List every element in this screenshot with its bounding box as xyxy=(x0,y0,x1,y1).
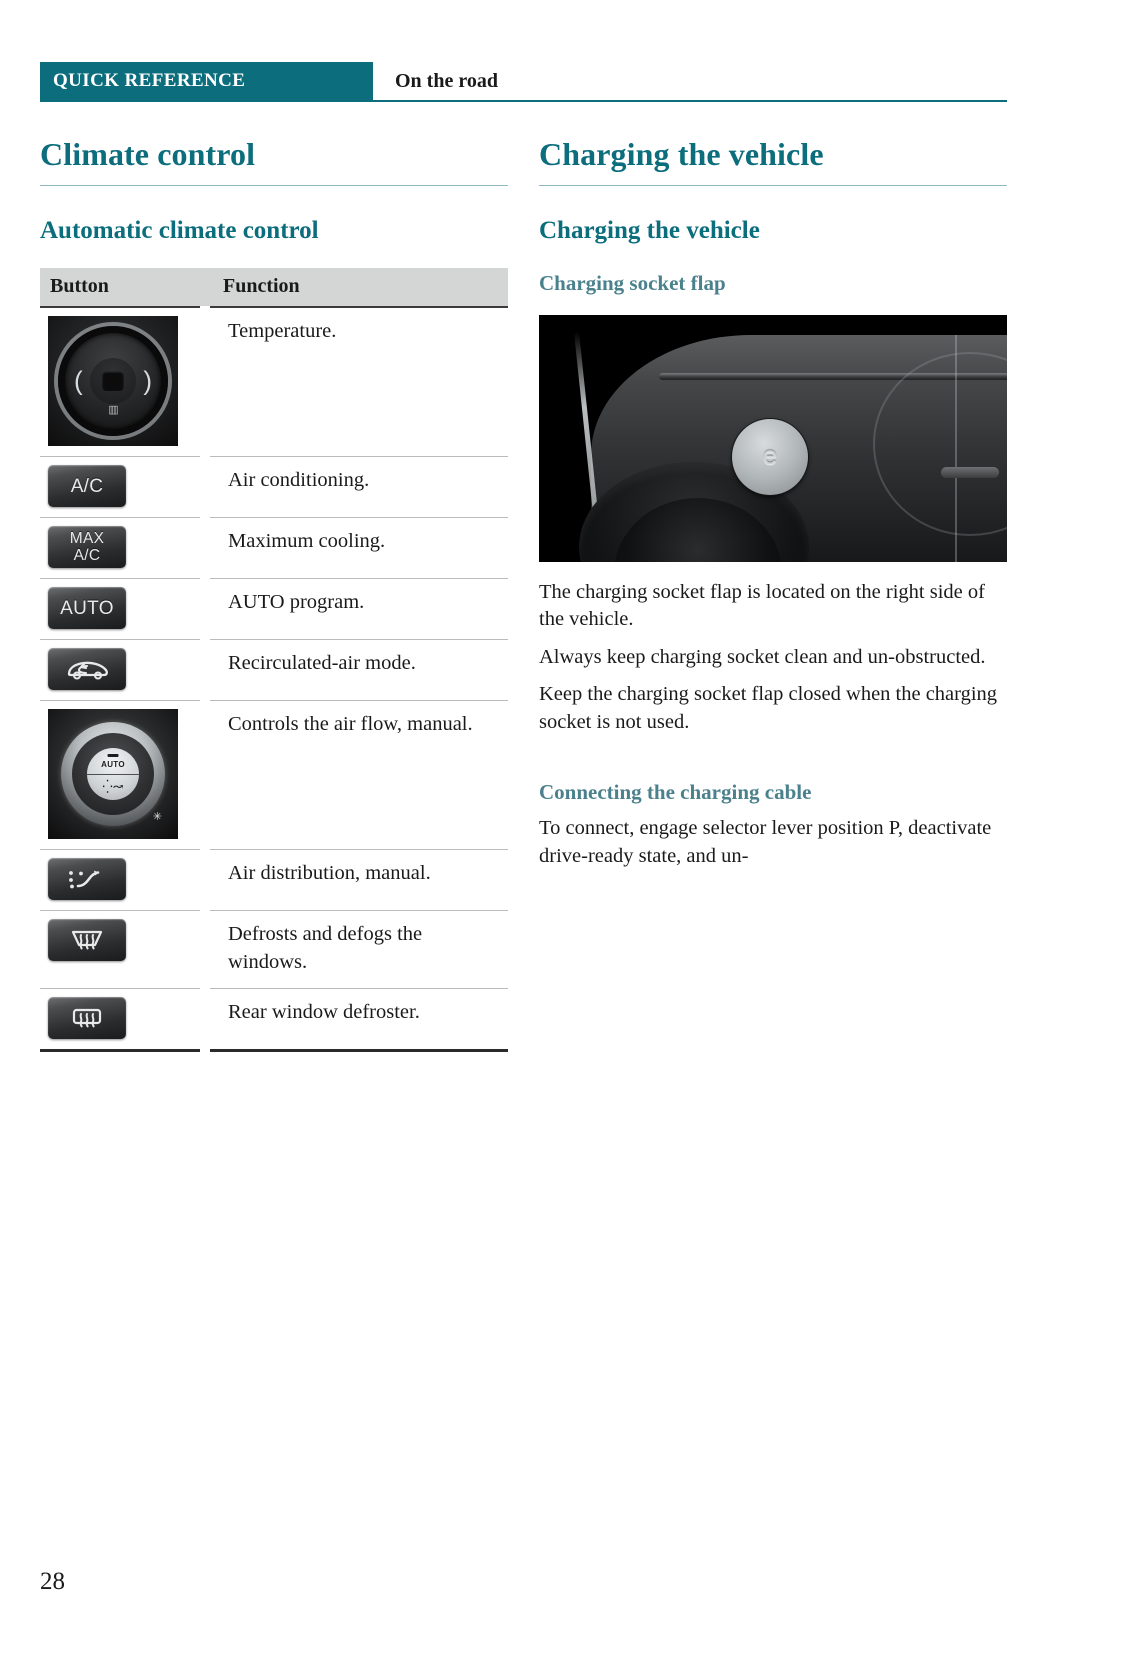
knob-paren-left-icon: ( xyxy=(74,365,83,396)
auto-button-label: AUTO xyxy=(60,597,114,619)
button-cell xyxy=(40,988,210,1052)
charging-socket-flap-icon: e xyxy=(732,418,808,495)
table-header-row: Button Function xyxy=(40,268,508,309)
windshield-defroster-button-icon xyxy=(48,919,126,962)
button-cell xyxy=(40,639,210,702)
max-ac-button-icon: MAX A/C xyxy=(48,526,126,569)
fan-divider xyxy=(87,774,139,776)
air-distribution-glyph-icon: ⁛↝ xyxy=(102,779,124,795)
table-body: ( ) ▥ Temperature. A/C Air conditioning.… xyxy=(40,307,508,1052)
running-header: QUICK REFERENCE On the road xyxy=(40,62,1007,102)
paragraph-connecting-cable: To connect, engage selector lever positi… xyxy=(539,817,992,867)
button-cell: A/C xyxy=(40,456,210,519)
button-cell xyxy=(40,849,210,912)
function-cell: Air distribution, manual. xyxy=(205,849,508,912)
temperature-knob-icon: ( ) ▥ xyxy=(48,316,178,447)
function-cell: Maximum cooling. xyxy=(205,517,508,580)
quick-reference-tag: QUICK REFERENCE xyxy=(40,62,373,100)
table-row: AUTO ⁛↝ ✳ Controls the air flow, manual. xyxy=(40,700,508,851)
button-cell: AUTO xyxy=(40,578,210,641)
car-door-handle xyxy=(941,466,999,478)
ac-button-label: A/C xyxy=(70,475,104,497)
function-cell: Defrosts and defogs the windows. xyxy=(205,910,508,989)
ac-button-icon: A/C xyxy=(48,465,126,508)
table-head: Button Function xyxy=(40,268,508,309)
climate-button-table: Button Function ( ) ▥ Temperature. A/C A… xyxy=(40,268,508,1052)
max-ac-button-label-line1: MAX xyxy=(69,530,105,548)
charging-socket-e-glyph-icon: e xyxy=(762,440,778,471)
knob-center xyxy=(90,358,136,405)
table-row: MAX A/C Maximum cooling. xyxy=(40,517,508,580)
air-distribution-glyph-icon xyxy=(69,870,100,889)
seat-heating-glyph-icon: ▥ xyxy=(108,404,118,417)
function-cell: Rear window defroster. xyxy=(205,988,508,1052)
table-row: A/C Air conditioning. xyxy=(40,456,508,519)
right-column: Charging the vehicle Charging the vehicl… xyxy=(539,136,1007,870)
function-cell: Recirculated-air mode. xyxy=(205,639,508,702)
car-door-seam xyxy=(955,334,957,562)
button-cell: MAX A/C xyxy=(40,517,210,580)
recirculation-car-glyph-icon xyxy=(67,662,108,681)
auto-button-icon: AUTO xyxy=(48,587,126,630)
button-cell: ( ) ▥ xyxy=(40,307,210,458)
rear-window-defrost-glyph-icon xyxy=(72,1008,102,1027)
function-cell: Controls the air flow, manual. xyxy=(205,700,508,851)
page-title-charging-the-vehicle: Charging the vehicle xyxy=(539,136,824,172)
subsection-title-connecting-the-charging-cable: Connecting the charging cable xyxy=(539,780,812,804)
section-title-charging-the-vehicle: Charging the vehicle xyxy=(539,217,760,245)
paragraph-keep-closed: Keep the charging socket flap closed whe… xyxy=(539,683,998,733)
charging-socket-flap-photo: e xyxy=(539,314,1007,562)
chapter-label: On the road xyxy=(395,69,498,92)
column-header-button: Button xyxy=(40,268,205,309)
table-row: Air distribution, manual. xyxy=(40,849,508,912)
function-cell: Temperature. xyxy=(205,307,508,458)
table-row: AUTO AUTO program. xyxy=(40,578,508,641)
title-rule-left xyxy=(40,185,508,187)
knob-square-icon xyxy=(102,371,124,392)
table-row: Rear window defroster. xyxy=(40,988,508,1052)
windshield-defrost-glyph-icon xyxy=(71,931,103,950)
knob-paren-right-icon: ) xyxy=(143,365,152,396)
page-number: 28 xyxy=(40,1568,65,1595)
header-rule xyxy=(40,100,1007,102)
table-row: ( ) ▥ Temperature. xyxy=(40,307,508,458)
page-title-climate-control: Climate control xyxy=(40,136,256,172)
paragraph-keep-clean: Always keep charging socket clean and un… xyxy=(539,645,986,668)
recirculated-air-button-icon xyxy=(48,648,126,691)
table-row: Recirculated-air mode. xyxy=(40,639,508,702)
section-title-automatic-climate-control: Automatic climate control xyxy=(40,217,319,245)
left-column: Climate control Automatic climate contro… xyxy=(40,136,508,1052)
manual-page: QUICK REFERENCE On the road Climate cont… xyxy=(0,0,1142,1654)
rear-window-defroster-button-icon xyxy=(48,996,126,1039)
subsection-title-charging-socket-flap: Charging socket flap xyxy=(539,271,726,296)
fan-speed-knob-icon: AUTO ⁛↝ ✳ xyxy=(48,709,178,840)
button-cell: AUTO ⁛↝ ✳ xyxy=(40,700,210,851)
fan-bar-icon xyxy=(107,754,119,758)
quick-reference-label: QUICK REFERENCE xyxy=(53,70,246,91)
title-rule-right xyxy=(539,185,1007,187)
column-header-function: Function xyxy=(205,268,508,309)
function-cell: Air conditioning. xyxy=(205,456,508,519)
snowflake-glyph-icon: ✳ xyxy=(152,811,162,824)
air-distribution-button-icon xyxy=(48,858,126,901)
paragraph-socket-location: The charging socket flap is located on t… xyxy=(539,580,985,631)
function-cell: AUTO program. xyxy=(205,578,508,641)
table-row: Defrosts and defogs the windows. xyxy=(40,910,508,989)
fan-auto-label: AUTO xyxy=(101,760,125,770)
max-ac-button-label-line2: A/C xyxy=(73,547,101,565)
fan-knob-face: AUTO ⁛↝ xyxy=(87,748,139,801)
button-cell xyxy=(40,910,210,989)
